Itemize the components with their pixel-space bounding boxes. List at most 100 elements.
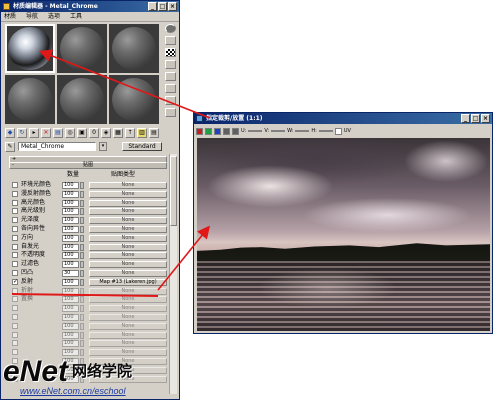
map-amount-field[interactable]: 100 [62,208,79,216]
amount-spinner[interactable] [80,261,84,269]
go-forward-sibling-icon[interactable]: ▥ [137,128,147,138]
h-field[interactable] [318,130,333,132]
map-enable-checkbox[interactable] [12,234,18,241]
map-slot-button[interactable]: None [89,252,167,260]
put-to-scene-icon[interactable]: ↻ [17,128,27,138]
amount-spinner[interactable] [80,243,84,251]
go-to-parent-icon[interactable]: ↑ [125,128,135,138]
map-slot-button[interactable]: Map #13 (Lakeren.jpg) [89,278,167,286]
map-enable-checkbox[interactable] [12,217,18,224]
map-enable-checkbox[interactable]: ✓ [12,278,18,285]
close-button[interactable]: × [168,2,177,11]
amount-spinner[interactable] [80,313,84,321]
maps-rollout-header[interactable]: - 贴图 [9,162,167,169]
map-slot-button[interactable]: None [89,287,167,295]
rollout-scrollbar[interactable] [169,154,177,394]
map-amount-field[interactable]: 100 [62,182,79,189]
map-amount-field[interactable]: 100 [62,252,79,260]
menu-navigation[interactable]: 导航 [26,12,38,21]
material-type-button[interactable]: Standard [122,142,162,151]
video-check-icon[interactable] [164,72,176,81]
map-slot-button[interactable]: None [89,182,167,189]
red-channel-icon[interactable] [196,127,203,135]
amount-spinner[interactable] [80,278,84,286]
map-amount-field[interactable]: 100 [62,278,79,286]
u-field[interactable] [248,130,263,132]
map-enable-checkbox[interactable] [12,182,18,188]
menu-options[interactable]: 选项 [48,12,60,21]
sample-slot-active[interactable] [5,24,55,73]
amount-spinner[interactable] [80,331,84,339]
map-slot-button[interactable]: None [89,269,167,277]
make-copy-icon[interactable]: ▤ [53,128,63,138]
amount-spinner[interactable] [80,252,84,260]
map-enable-checkbox[interactable] [12,296,18,303]
crop-maximize-button[interactable]: □ [471,114,480,123]
map-slot-button[interactable]: None [89,296,167,304]
map-enable-checkbox[interactable] [12,243,18,250]
scrollbar-thumb[interactable] [170,156,177,226]
map-slot-button[interactable]: None [89,340,167,348]
map-slot-button[interactable]: None [89,243,167,251]
pick-material-icon[interactable]: ✎ [5,141,15,152]
amount-spinner[interactable] [80,199,84,207]
map-enable-checkbox[interactable] [12,208,18,215]
alpha-channel-icon[interactable] [223,127,230,135]
map-slot-button[interactable]: None [89,331,167,339]
maximize-button[interactable]: □ [158,2,167,11]
amount-spinner[interactable] [80,182,84,189]
amount-spinner[interactable] [80,217,84,225]
map-amount-field[interactable]: 100 [62,243,79,251]
map-enable-checkbox[interactable] [12,252,18,259]
assign-to-selection-icon[interactable]: ▸ [29,128,39,138]
map-slot-button[interactable]: None [89,208,167,216]
green-channel-icon[interactable] [205,127,212,135]
reset-map-icon[interactable]: ✕ [41,128,51,138]
sample-slot[interactable] [109,24,159,73]
map-amount-field[interactable]: 30 [62,269,79,277]
amount-spinner[interactable] [80,225,84,233]
map-slot-button[interactable]: None [89,234,167,242]
map-slot-button[interactable]: None [89,225,167,233]
uv-tiling-icon[interactable] [164,60,176,69]
material-name-dropdown[interactable]: ▾ [99,142,107,151]
map-amount-field[interactable]: 100 [62,340,79,348]
map-amount-field[interactable]: 100 [62,287,79,295]
map-amount-field[interactable]: 100 [62,322,79,330]
map-enable-checkbox[interactable] [12,269,18,276]
map-amount-field[interactable]: 100 [62,199,79,207]
map-amount-field[interactable]: 100 [62,225,79,233]
get-material-icon[interactable]: ◆ [5,128,15,138]
map-enable-checkbox[interactable] [12,313,18,320]
map-amount-field[interactable]: 100 [62,261,79,269]
amount-spinner[interactable] [80,287,84,295]
map-enable-checkbox[interactable] [12,331,18,338]
map-slot-button[interactable]: None [89,217,167,225]
monochrome-icon[interactable] [232,127,239,135]
make-unique-icon[interactable]: ◎ [65,128,75,138]
select-by-material-icon[interactable] [164,108,176,117]
map-enable-checkbox[interactable] [12,225,18,232]
amount-spinner[interactable] [80,322,84,330]
v-field[interactable] [271,130,286,132]
blue-channel-icon[interactable] [214,127,221,135]
sample-type-icon[interactable] [164,24,176,33]
material-name-field[interactable]: Metal_Chrome [18,142,96,151]
background-checker-icon[interactable] [164,48,176,57]
map-slot-button[interactable]: None [89,199,167,207]
amount-spinner[interactable] [80,305,84,313]
map-enable-checkbox[interactable] [12,190,18,197]
map-enable-checkbox[interactable] [12,305,18,312]
make-preview-icon[interactable] [164,84,176,93]
w-field[interactable] [295,130,310,132]
amount-spinner[interactable] [80,340,84,348]
map-enable-checkbox[interactable] [12,287,18,294]
map-amount-field[interactable]: 100 [62,190,79,198]
menu-utilities[interactable]: 工具 [70,12,82,21]
map-enable-checkbox[interactable] [12,261,18,268]
map-slot-button[interactable]: None [89,313,167,321]
map-amount-field[interactable]: 100 [62,331,79,339]
options-icon[interactable] [164,96,176,105]
sample-slot[interactable] [5,75,55,124]
uv-checkbox[interactable] [334,127,342,135]
